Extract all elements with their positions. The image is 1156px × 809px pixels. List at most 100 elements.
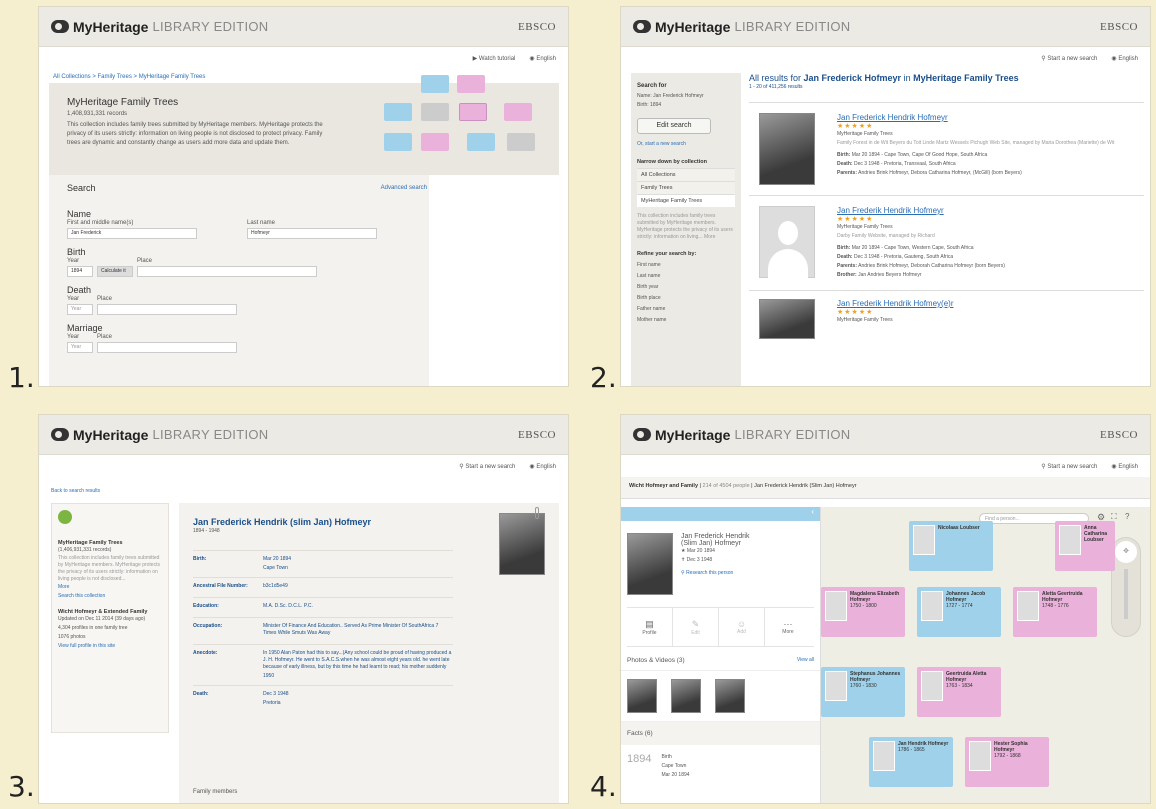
tree-photos: 1076 photos xyxy=(58,634,86,640)
tree-node-card[interactable]: Anna Catharina Loubser xyxy=(1055,521,1115,571)
collection-filter-family-trees[interactable]: Family Trees xyxy=(637,181,735,194)
result-card: Jan Frederick Hendrik Hofmeyr ★★★★★ MyHe… xyxy=(749,102,1144,195)
tree-node-card[interactable]: Stephanus Johannes Hofmeyr 1760 - 1830 xyxy=(821,667,905,717)
photo-thumbnail[interactable] xyxy=(627,679,657,713)
person-photo[interactable] xyxy=(499,513,545,575)
refine-birth-year[interactable]: Birth year xyxy=(637,282,735,293)
fact-row: Ancestral File Number: b3c1d5e49 xyxy=(193,577,453,597)
myheritage-logo[interactable]: MyHeritage LIBRARY EDITION xyxy=(51,19,268,35)
people-count: 214 of 4504 people xyxy=(702,483,750,489)
result-photo[interactable] xyxy=(759,299,815,339)
result-death: Dec 3 1948 - Pretoria, Gauteng, South Af… xyxy=(853,254,954,260)
refine-birth-place[interactable]: Birth place xyxy=(637,293,735,304)
node-name: Nicolaas Loubser xyxy=(938,525,980,531)
watch-tutorial-link[interactable]: ▶ Watch tutorial xyxy=(473,55,516,62)
pan-control-icon[interactable]: ✥ xyxy=(1115,541,1137,563)
add-person-icon: ☺ xyxy=(736,619,747,629)
ebsco-logo: EBSCO xyxy=(518,20,556,33)
node-photo xyxy=(1059,525,1081,555)
new-search-link[interactable]: ⚲ Start a new search xyxy=(1041,463,1097,470)
new-search-link[interactable]: ⚲ Start a new search xyxy=(459,463,515,470)
tree-node-card[interactable]: Geertruida Aletta Hofmeyr 1763 - 1834 xyxy=(917,667,1001,717)
birth-year-input[interactable]: 1894 xyxy=(67,266,93,277)
app-header: MyHeritage LIBRARY EDITION EBSCO xyxy=(39,7,568,47)
myheritage-logo[interactable]: MyHeritage LIBRARY EDITION xyxy=(51,427,268,443)
add-button[interactable]: ☺ Add xyxy=(719,608,765,646)
fact-row: Death: Dec 3 1948 Pretoria xyxy=(193,685,453,712)
tree-node-card[interactable]: Aletta Geertruida Hofmeyr 1748 - 1776 xyxy=(1013,587,1097,637)
help-icon[interactable]: ? xyxy=(1125,512,1129,521)
tree-node-card[interactable]: Hester Sophia Hofmeyr 1792 - 1868 xyxy=(965,737,1049,787)
view-full-profile-link[interactable]: View full profile in this site xyxy=(58,642,162,651)
marriage-year-label: Year xyxy=(67,334,80,340)
language-selector[interactable]: ◉ English xyxy=(529,463,556,470)
search-collection-link[interactable]: Search this collection xyxy=(58,592,162,601)
profile-button[interactable]: ▤ Profile xyxy=(627,608,673,646)
death-place-input[interactable] xyxy=(97,304,237,315)
myheritage-logo[interactable]: MyHeritage LIBRARY EDITION xyxy=(633,427,850,443)
view-all-photos-link[interactable]: View all xyxy=(797,657,814,664)
research-person-link[interactable]: ⚲ Research this person xyxy=(681,569,749,578)
language-selector[interactable]: ◉ English xyxy=(529,55,556,62)
person-toolbar: ▤ Profile ✎ Edit ☺ Add ··· More xyxy=(627,607,814,647)
node-photo xyxy=(913,525,935,555)
collection-filter-all[interactable]: All Collections xyxy=(637,168,735,181)
result-birth: Mar 20 1894 - Cape Town, Western Cape, S… xyxy=(851,245,974,251)
person-photo[interactable] xyxy=(627,533,673,595)
person-death: ✝ Dec 3 1948 xyxy=(681,557,713,563)
result-name-link[interactable]: Jan Frederik Hendrik Hofmeyr xyxy=(837,206,1144,215)
fact-row: Birth: Mar 20 1894 Cape Town xyxy=(193,550,453,577)
photo-thumbnail[interactable] xyxy=(671,679,701,713)
edit-button[interactable]: ✎ Edit xyxy=(673,608,719,646)
silhouette-photo[interactable] xyxy=(759,206,815,279)
tree-name[interactable]: Wicht Hofmeyr and Family xyxy=(629,483,698,489)
language-selector[interactable]: ◉ English xyxy=(1111,55,1138,62)
more-link[interactable]: More xyxy=(58,583,162,592)
fact-subvalue: Pretoria xyxy=(263,700,281,706)
result-birth: Mar 20 1894 - Cape Town, Cape Of Good Ho… xyxy=(851,152,988,158)
last-name-input[interactable]: Hofmeyr xyxy=(247,228,377,239)
tree-node-card[interactable]: Jan Hendrik Hofmeyr 1786 - 1865 xyxy=(869,737,953,787)
language-selector[interactable]: ◉ English xyxy=(1111,463,1138,470)
back-to-results-link[interactable]: Back to search results xyxy=(39,477,568,506)
node-photo xyxy=(921,591,943,621)
refine-mother-name[interactable]: Mother name xyxy=(637,315,735,326)
death-year-input[interactable]: Year xyxy=(67,304,93,315)
myheritage-logo-icon xyxy=(51,20,69,33)
more-button[interactable]: ··· More xyxy=(765,608,811,646)
panel-label-4: 4. xyxy=(590,770,617,803)
panel-header-bar: ‹ xyxy=(621,507,820,521)
start-new-search-link[interactable]: Or, start a new search xyxy=(637,140,735,149)
zoom-control[interactable]: ✥ xyxy=(1111,537,1141,637)
edit-search-button[interactable]: Edit search xyxy=(637,118,711,134)
first-name-input[interactable]: Jan Frederick xyxy=(67,228,197,239)
zoom-slider[interactable] xyxy=(1124,569,1128,619)
photo-thumbnail[interactable] xyxy=(715,679,745,713)
refine-father-name[interactable]: Father name xyxy=(637,304,735,315)
advanced-search-link[interactable]: Advanced search xyxy=(381,184,427,193)
myheritage-logo[interactable]: MyHeritage LIBRARY EDITION xyxy=(633,19,850,35)
marriage-place-label: Place xyxy=(97,334,113,340)
birth-place-input[interactable] xyxy=(137,266,317,277)
globe-icon: ◉ xyxy=(1111,463,1117,470)
calculate-it-button[interactable]: Calculate it xyxy=(97,266,133,277)
tree-canvas[interactable]: Find a person... ⚙ ⛶ ? ✥ Nicolaas Loubse… xyxy=(821,507,1150,803)
tree-node-card[interactable]: Magdalena Elizabeth Hofmeyr 1750 - 1800 xyxy=(821,587,905,637)
node-years: 1750 - 1800 xyxy=(850,603,877,609)
result-name-link[interactable]: Jan Frederik Hendrik Hofmey(e)r xyxy=(837,299,1144,308)
result-name-link[interactable]: Jan Frederick Hendrik Hofmeyr xyxy=(837,113,1144,122)
marriage-place-input[interactable] xyxy=(97,342,237,353)
refine-last-name[interactable]: Last name xyxy=(637,271,735,282)
marriage-year-input[interactable]: Year xyxy=(67,342,93,353)
search-form: Search Advanced search Name First and mi… xyxy=(49,175,429,386)
result-photo[interactable] xyxy=(759,113,815,185)
refine-first-name[interactable]: First name xyxy=(637,260,735,271)
tree-node-card[interactable]: Nicolaas Loubser xyxy=(909,521,993,571)
node-years: 1763 - 1834 xyxy=(946,683,973,689)
collapse-panel-icon[interactable]: ‹ xyxy=(811,507,814,516)
tree-node-card[interactable]: Johannes Jacob Hofmeyr 1727 - 1774 xyxy=(917,587,1001,637)
collection-filter-myheritage[interactable]: MyHeritage Family Trees xyxy=(637,194,735,207)
fact-value: M.A. D.Sc. D.C.L. P.C. xyxy=(263,603,313,609)
new-search-link[interactable]: ⚲ Start a new search xyxy=(1041,55,1097,62)
results-area: All results for Jan Frederick Hofmeyr in… xyxy=(749,73,1144,347)
